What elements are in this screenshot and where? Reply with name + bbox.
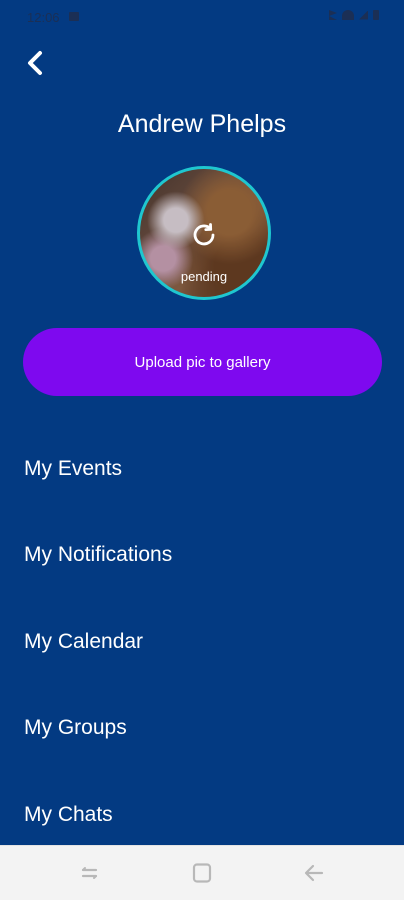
chevron-left-icon bbox=[28, 51, 42, 75]
home-icon bbox=[192, 863, 212, 883]
recents-button[interactable] bbox=[78, 862, 102, 884]
menu-item-my-groups[interactable]: My Groups bbox=[24, 715, 364, 741]
avatar[interactable]: pending bbox=[137, 166, 271, 300]
image-notification-icon bbox=[69, 12, 79, 21]
system-navigation-bar bbox=[0, 845, 404, 900]
recents-icon bbox=[81, 867, 98, 879]
avatar-status: pending bbox=[180, 269, 228, 284]
wifi-icon bbox=[342, 10, 354, 20]
menu-item-my-notifications[interactable]: My Notifications bbox=[24, 542, 364, 568]
refresh-icon bbox=[193, 223, 215, 246]
menu-item-my-calendar[interactable]: My Calendar bbox=[24, 629, 364, 655]
back-arrow-icon bbox=[304, 864, 324, 882]
status-bar: 12:06 bbox=[0, 0, 404, 36]
status-time: 12:06 bbox=[27, 10, 60, 25]
bluetooth-icon bbox=[329, 10, 337, 20]
menu-item-my-chats[interactable]: My Chats bbox=[24, 802, 364, 828]
home-button[interactable] bbox=[190, 862, 214, 884]
profile-name: Andrew Phelps bbox=[117, 110, 287, 138]
menu-item-my-events[interactable]: My Events bbox=[24, 456, 364, 482]
status-icons bbox=[329, 10, 379, 20]
upload-pic-button[interactable]: Upload pic to gallery bbox=[23, 328, 382, 396]
back-button[interactable] bbox=[20, 46, 50, 80]
signal-icon bbox=[359, 10, 368, 20]
battery-icon bbox=[373, 10, 379, 20]
system-back-button[interactable] bbox=[302, 862, 326, 884]
